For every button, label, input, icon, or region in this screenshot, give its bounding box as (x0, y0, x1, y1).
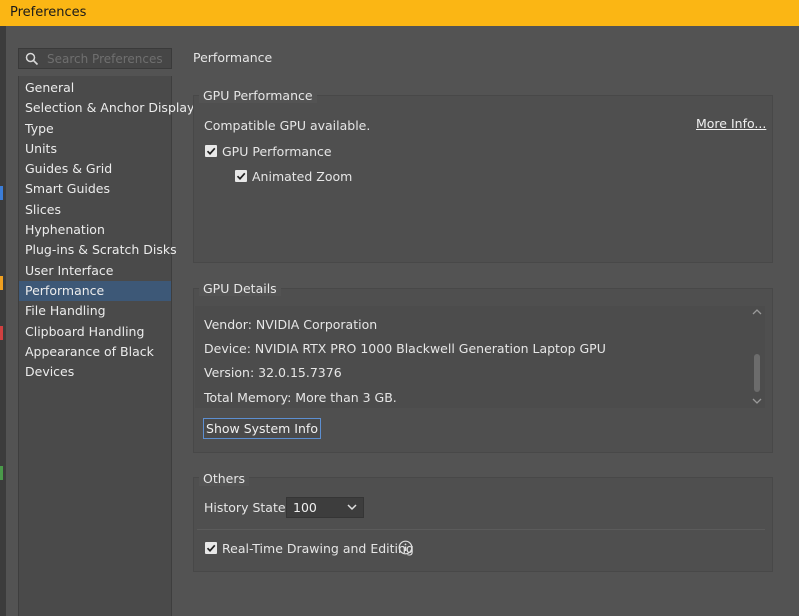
gpu-status-text: Compatible GPU available. (204, 118, 371, 133)
animated-zoom-checkbox[interactable] (235, 170, 247, 182)
realtime-drawing-checkbox-label[interactable]: Real-Time Drawing and Editing (222, 541, 414, 556)
gpu-vendor-text: Vendor: NVIDIA Corporation (204, 317, 378, 332)
sidebar-item-file-handling[interactable]: File Handling (19, 301, 171, 321)
gpu-performance-checkbox[interactable] (205, 145, 217, 157)
sidebar-item-selection-anchor-display[interactable]: Selection & Anchor Display (19, 98, 194, 118)
scroll-down-arrow-icon[interactable] (752, 397, 762, 405)
gpu-device-text: Device: NVIDIA RTX PRO 1000 Blackwell Ge… (204, 341, 606, 356)
sidebar-item-units[interactable]: Units (19, 139, 171, 159)
search-icon (25, 52, 39, 66)
sidebar-item-appearance-of-black[interactable]: Appearance of Black (19, 342, 171, 362)
window-titlebar: Preferences (0, 0, 799, 26)
history-states-select[interactable]: 100 (286, 497, 364, 518)
checkmark-icon (206, 147, 216, 155)
others-group (193, 477, 773, 572)
chevron-down-icon (347, 504, 357, 511)
page-title: Performance (193, 50, 273, 65)
gpu-details-scrollbar[interactable] (750, 306, 764, 408)
scrollbar-thumb[interactable] (754, 354, 760, 392)
edge-mark-blue (0, 186, 3, 200)
checkmark-icon (206, 544, 216, 552)
history-states-label: History States: (204, 500, 297, 515)
gpu-details-group-label: GPU Details (199, 281, 281, 296)
sidebar-item-performance[interactable]: Performance (19, 280, 171, 302)
sidebar-item-devices[interactable]: Devices (19, 362, 171, 382)
sidebar-item-clipboard-handling[interactable]: Clipboard Handling (19, 322, 171, 342)
gpu-performance-group-label: GPU Performance (199, 88, 317, 103)
edge-mark-orange (0, 276, 3, 290)
sidebar-item-slices[interactable]: Slices (19, 200, 171, 220)
window-title: Preferences (10, 5, 87, 20)
edge-mark-green (0, 466, 3, 480)
search-field[interactable]: Search Preferences (18, 48, 172, 69)
more-info-link[interactable]: More Info... (696, 116, 766, 131)
checkmark-icon (236, 172, 246, 180)
gpu-performance-checkbox-label[interactable]: GPU Performance (222, 144, 332, 159)
edge-mark-red (0, 326, 3, 340)
sidebar-item-guides-grid[interactable]: Guides & Grid (19, 159, 171, 179)
sidebar-item-user-interface[interactable]: User Interface (19, 261, 171, 281)
info-icon[interactable] (398, 540, 413, 555)
others-group-label: Others (199, 471, 250, 486)
sidebar-item-plugins-scratch-disks[interactable]: Plug-ins & Scratch Disks (19, 240, 177, 260)
preferences-category-list: General Selection & Anchor Display Type … (18, 76, 194, 616)
show-system-info-button[interactable]: Show System Info (203, 418, 321, 439)
sidebar-item-type[interactable]: Type (19, 119, 171, 139)
gpu-version-text: Version: 32.0.15.7376 (204, 365, 342, 380)
others-divider (197, 529, 765, 530)
scroll-up-arrow-icon[interactable] (752, 308, 762, 316)
realtime-drawing-checkbox[interactable] (205, 542, 217, 554)
sidebar-item-smart-guides[interactable]: Smart Guides (19, 179, 171, 199)
animated-zoom-checkbox-label[interactable]: Animated Zoom (252, 169, 352, 184)
sidebar-item-hyphenation[interactable]: Hyphenation (19, 220, 171, 240)
sidebar-item-general[interactable]: General (19, 78, 171, 98)
history-states-value: 100 (293, 500, 317, 515)
gpu-memory-text: Total Memory: More than 3 GB. (204, 390, 397, 405)
search-placeholder: Search Preferences (47, 52, 163, 66)
